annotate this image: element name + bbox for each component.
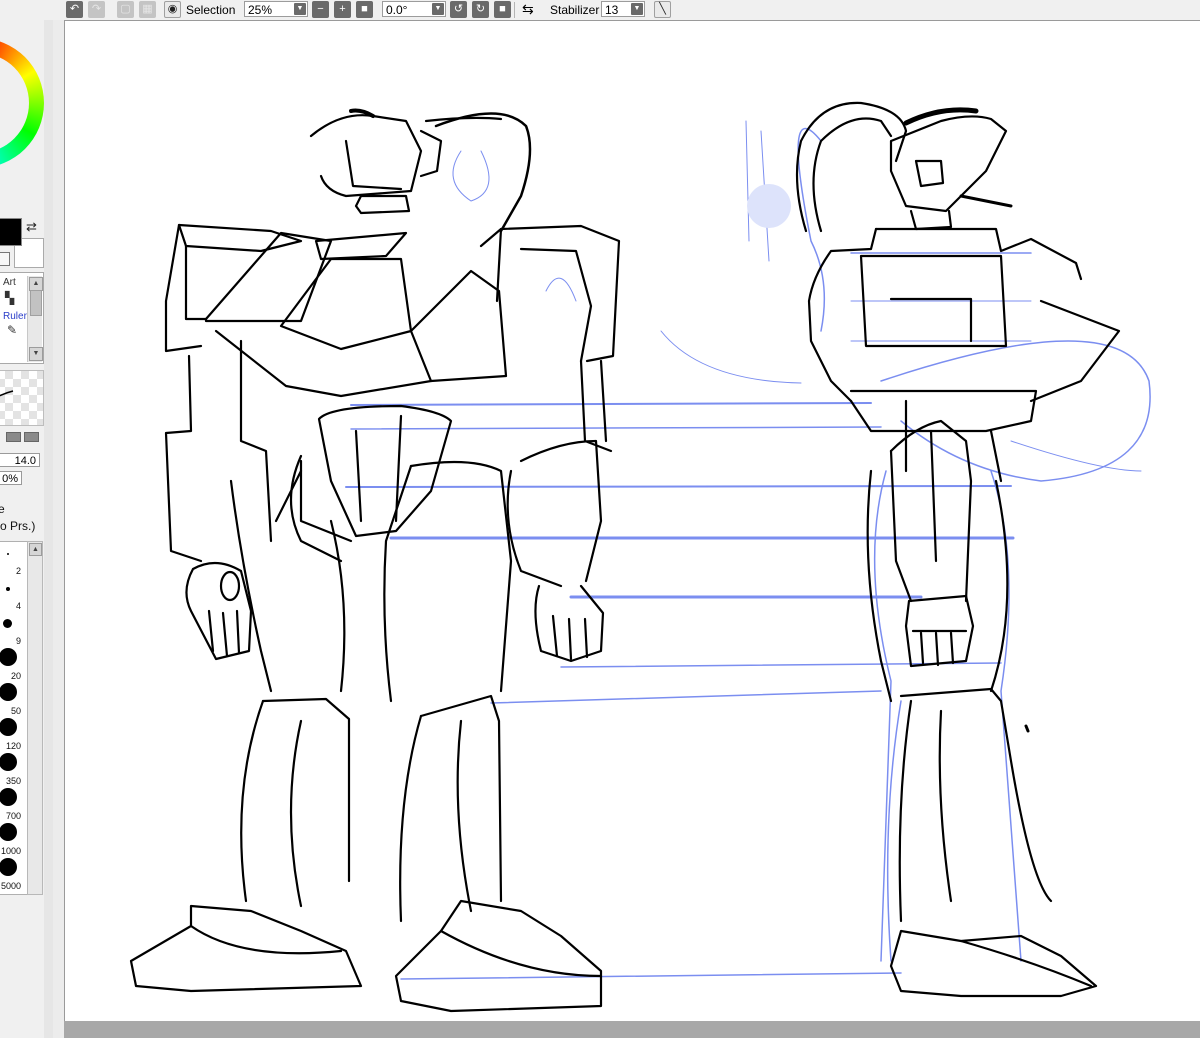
brush-dot	[0, 648, 17, 666]
stabilizer-select[interactable]: 13 ▼	[601, 1, 645, 17]
brush-size-number: 120	[5, 741, 21, 751]
robot-back-view	[795, 101, 1121, 998]
undo-icon[interactable]: ↶	[66, 1, 83, 18]
blending-option-label[interactable]: e	[0, 502, 5, 516]
density-field[interactable]: 0%	[0, 471, 22, 485]
scroll-down-icon[interactable]: ▼	[29, 347, 43, 361]
line-tool-icon[interactable]: ╲	[654, 1, 671, 18]
deselect-icon[interactable]: ▢	[117, 1, 134, 18]
stabilizer-label: Stabilizer	[550, 3, 600, 17]
brush-size-list: 2 4 9 20 50 120 350 700 1000 5000	[0, 541, 28, 895]
transparent-color-icon[interactable]	[0, 252, 10, 266]
brush-size-scrollbar[interactable]: ▲	[27, 541, 43, 895]
scroll-up-icon[interactable]: ▲	[29, 277, 43, 291]
brush-dot	[0, 788, 17, 806]
redo-icon[interactable]: ↷	[88, 1, 105, 18]
brush-dot	[6, 587, 10, 591]
brush-dot	[0, 823, 17, 841]
drawing-canvas[interactable]	[64, 20, 1200, 1021]
tool-list-item[interactable]: Art	[3, 277, 16, 288]
robot-front-view	[129, 108, 621, 1013]
zoom-select[interactable]: 25% ▼	[244, 1, 308, 17]
zoom-out-icon[interactable]: −	[312, 1, 329, 18]
rotation-value: 0.0°	[386, 3, 408, 17]
brush-dot	[0, 683, 17, 701]
stabilizer-value: 13	[605, 3, 619, 17]
rotate-right-icon[interactable]: ↻	[472, 1, 489, 18]
brush-size-item[interactable]: 20	[0, 647, 27, 682]
brush-dot	[0, 858, 17, 876]
pressure-option-label[interactable]: Jo Prs.)	[0, 519, 35, 533]
brush-size-item[interactable]: 700	[0, 787, 27, 822]
scroll-up-icon[interactable]: ▲	[29, 543, 42, 556]
toolbar-divider	[514, 2, 515, 18]
zoom-value: 25%	[248, 3, 273, 17]
eye-icon[interactable]: ◉	[164, 1, 181, 18]
brush-size-item[interactable]: 9	[0, 612, 27, 647]
brush-size-number: 350	[5, 776, 21, 786]
left-tool-panel: ⇄ Art ▚ Rulers ✎ ▲ ▼ 14.0 0% e Jo Prs.) …	[0, 20, 44, 1038]
tool-list-scrollbar[interactable]: ▲ ▼	[27, 276, 43, 362]
brush-size-number: 5000	[0, 881, 21, 891]
brush-size-number: 700	[5, 811, 21, 821]
brush-mode-button[interactable]	[24, 432, 39, 442]
brush-size-number: 9	[15, 636, 21, 646]
brush-dot	[0, 753, 17, 771]
color-wheel[interactable]	[0, 38, 44, 168]
brush-size-number: 1000	[0, 846, 21, 856]
brush-dot	[3, 619, 12, 628]
panel-divider	[53, 20, 64, 1038]
brush-dot	[0, 718, 17, 736]
checker-icon: ▚	[5, 291, 15, 305]
brush-size-number: 20	[10, 671, 21, 681]
brush-stroke-icon	[0, 390, 14, 397]
brush-size-number: 4	[15, 601, 21, 611]
horizontal-scrollbar[interactable]	[64, 1021, 1200, 1038]
zoom-reset-icon[interactable]: ■	[356, 1, 373, 18]
chevron-down-icon[interactable]: ▼	[432, 3, 444, 15]
ruler-tool-icon: ✎	[7, 323, 18, 337]
brush-size-item[interactable]: 350	[0, 752, 27, 787]
chevron-down-icon[interactable]: ▼	[294, 3, 306, 15]
brush-size-item[interactable]: 1000	[0, 822, 27, 857]
brush-size-item[interactable]: 120	[0, 717, 27, 752]
foreground-color-swatch[interactable]	[0, 218, 22, 246]
zoom-in-icon[interactable]: +	[334, 1, 351, 18]
brush-size-number: 50	[10, 706, 21, 716]
rotate-left-icon[interactable]: ↺	[450, 1, 467, 18]
scroll-thumb[interactable]	[30, 290, 42, 316]
main-toolbar: ↶ ↷ ▢ ▦ ◉ Selection 25% ▼ − + ■ 0.0° ▼ ↺…	[0, 0, 1200, 21]
brush-size-field[interactable]: 14.0	[0, 453, 40, 467]
invert-selection-icon[interactable]: ▦	[139, 1, 156, 18]
brush-size-item[interactable]: 4	[0, 577, 27, 612]
view-mode-label: Selection	[186, 3, 236, 17]
rotation-reset-icon[interactable]: ■	[494, 1, 511, 18]
flip-horizontal-icon[interactable]: ⇆	[522, 1, 534, 17]
brush-mode-button[interactable]	[6, 432, 21, 442]
chevron-down-icon[interactable]: ▼	[631, 3, 643, 15]
brush-size-number: 2	[15, 566, 21, 576]
blue-blob	[747, 184, 791, 228]
canvas-artwork	[129, 101, 1151, 1013]
brush-dot	[7, 553, 9, 555]
brush-preview	[0, 370, 44, 426]
brush-size-item[interactable]: 2	[0, 542, 27, 577]
rotation-select[interactable]: 0.0° ▼	[382, 1, 446, 17]
brush-size-item[interactable]: 5000	[0, 857, 27, 892]
brush-size-item[interactable]: 50	[0, 682, 27, 717]
swap-colors-icon[interactable]: ⇄	[26, 219, 37, 235]
